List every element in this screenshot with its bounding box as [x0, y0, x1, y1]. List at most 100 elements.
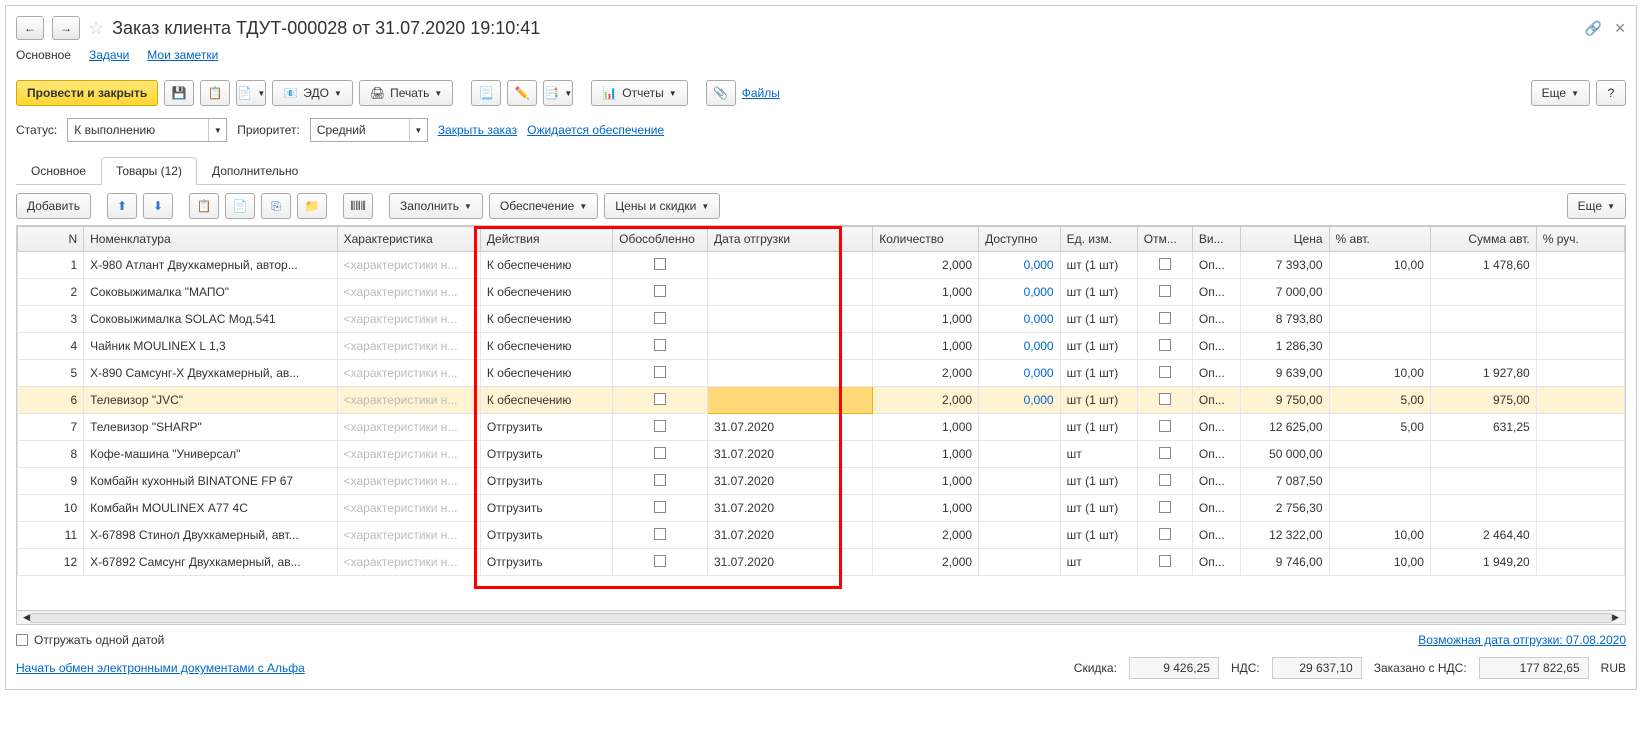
- cell-ship-date[interactable]: [707, 252, 872, 279]
- back-button[interactable]: ←: [16, 16, 44, 40]
- cell-ship-date[interactable]: 31.07.2020: [707, 468, 872, 495]
- cell-unit[interactable]: шт (1 шт): [1060, 333, 1137, 360]
- cell-n[interactable]: 10: [18, 495, 84, 522]
- cell-qty[interactable]: 2,000: [873, 522, 979, 549]
- cell-avail[interactable]: 0,000: [979, 360, 1061, 387]
- col-pct-auto[interactable]: % авт.: [1329, 227, 1430, 252]
- cell-ruch[interactable]: [1536, 306, 1624, 333]
- cell-name[interactable]: Телевизор "JVC": [84, 387, 338, 414]
- cell-otm[interactable]: [1137, 306, 1192, 333]
- col-avail[interactable]: Доступно: [979, 227, 1061, 252]
- cell-unit[interactable]: шт (1 шт): [1060, 360, 1137, 387]
- cell-avail[interactable]: 0,000: [979, 252, 1061, 279]
- cell-price[interactable]: 9 639,00: [1241, 360, 1329, 387]
- cell-price[interactable]: 7 393,00: [1241, 252, 1329, 279]
- cell-unit[interactable]: шт (1 шт): [1060, 306, 1137, 333]
- cell-sum[interactable]: 975,00: [1430, 387, 1536, 414]
- cell-ruch[interactable]: [1536, 360, 1624, 387]
- move-up-button[interactable]: ⬆: [107, 193, 137, 219]
- cell-qty[interactable]: 2,000: [873, 387, 979, 414]
- cell-sum[interactable]: [1430, 306, 1536, 333]
- cell-n[interactable]: 4: [18, 333, 84, 360]
- cell-ruch[interactable]: [1536, 495, 1624, 522]
- cell-ruch[interactable]: [1536, 333, 1624, 360]
- cell-pct[interactable]: 10,00: [1329, 549, 1430, 576]
- checkbox-icon[interactable]: [1159, 366, 1171, 378]
- cell-sum[interactable]: 1 478,60: [1430, 252, 1536, 279]
- checkbox-icon[interactable]: [654, 366, 666, 378]
- checkbox-icon[interactable]: [1159, 420, 1171, 432]
- prices-button[interactable]: Цены и скидки ▼: [604, 193, 720, 219]
- table-row[interactable]: 1Х-980 Атлант Двухкамерный, автор...<хар…: [18, 252, 1625, 279]
- cell-pct[interactable]: 10,00: [1329, 360, 1430, 387]
- cell-obos[interactable]: [613, 387, 708, 414]
- col-char[interactable]: Характеристика: [337, 227, 480, 252]
- cell-char[interactable]: <характеристики н...: [337, 468, 480, 495]
- nav-notes[interactable]: Мои заметки: [147, 48, 218, 66]
- cell-otm[interactable]: [1137, 360, 1192, 387]
- cell-avail[interactable]: 0,000: [979, 387, 1061, 414]
- supply-button[interactable]: Обеспечение ▼: [489, 193, 598, 219]
- cell-name[interactable]: Х-980 Атлант Двухкамерный, автор...: [84, 252, 338, 279]
- post-button[interactable]: 📋: [200, 80, 230, 106]
- cell-ship-date[interactable]: 31.07.2020: [707, 414, 872, 441]
- col-otm[interactable]: Отм...: [1137, 227, 1192, 252]
- checkbox-icon[interactable]: [1159, 339, 1171, 351]
- cell-ship-date[interactable]: [707, 360, 872, 387]
- link-icon[interactable]: 🔗: [1585, 20, 1602, 37]
- cell-obos[interactable]: [613, 360, 708, 387]
- checkbox-icon[interactable]: [1159, 501, 1171, 513]
- attach-button[interactable]: 📎: [706, 80, 736, 106]
- cell-avail[interactable]: 0,000: [979, 306, 1061, 333]
- col-ship-date[interactable]: Дата отгрузки: [707, 227, 872, 252]
- cell-char[interactable]: <характеристики н...: [337, 522, 480, 549]
- cell-obos[interactable]: [613, 279, 708, 306]
- cell-vi[interactable]: Оп...: [1192, 495, 1240, 522]
- move-down-button[interactable]: ⬇: [143, 193, 173, 219]
- cell-unit[interactable]: шт (1 шт): [1060, 495, 1137, 522]
- possible-ship-date-link[interactable]: Возможная дата отгрузки: 07.08.2020: [1418, 633, 1626, 647]
- cell-name[interactable]: Комбайн MOULINEX А77 4C: [84, 495, 338, 522]
- cell-avail[interactable]: [979, 441, 1061, 468]
- cell-sum[interactable]: 1 949,20: [1430, 549, 1536, 576]
- cell-sum[interactable]: [1430, 468, 1536, 495]
- cell-action[interactable]: К обеспечению: [480, 279, 612, 306]
- cell-ship-date[interactable]: [707, 306, 872, 333]
- cell-ship-date[interactable]: [707, 279, 872, 306]
- cell-pct[interactable]: [1329, 333, 1430, 360]
- cell-pct[interactable]: [1329, 306, 1430, 333]
- cell-vi[interactable]: Оп...: [1192, 252, 1240, 279]
- col-sum-auto[interactable]: Сумма авт.: [1430, 227, 1536, 252]
- paste-button[interactable]: 📄: [225, 193, 255, 219]
- cell-otm[interactable]: [1137, 387, 1192, 414]
- cell-avail[interactable]: [979, 522, 1061, 549]
- cell-action[interactable]: Отгрузить: [480, 549, 612, 576]
- files-link[interactable]: Файлы: [742, 86, 780, 100]
- cell-otm[interactable]: [1137, 333, 1192, 360]
- horizontal-scrollbar[interactable]: ◀ ▶: [17, 610, 1625, 624]
- cell-obos[interactable]: [613, 333, 708, 360]
- checkbox-icon[interactable]: [654, 339, 666, 351]
- ship-one-date-checkbox[interactable]: [16, 634, 28, 646]
- table-row[interactable]: 5Х-890 Самсунг-Х Двухкамерный, ав...<хар…: [18, 360, 1625, 387]
- cell-char[interactable]: <характеристики н...: [337, 333, 480, 360]
- cell-ship-date[interactable]: 31.07.2020: [707, 441, 872, 468]
- cell-sum[interactable]: [1430, 495, 1536, 522]
- checkbox-icon[interactable]: [654, 447, 666, 459]
- table-row[interactable]: 4Чайник MOULINEX L 1,3<характеристики н.…: [18, 333, 1625, 360]
- close-order-link[interactable]: Закрыть заказ: [438, 123, 517, 137]
- cell-vi[interactable]: Оп...: [1192, 360, 1240, 387]
- checkbox-icon[interactable]: [654, 285, 666, 297]
- col-unit[interactable]: Ед. изм.: [1060, 227, 1137, 252]
- chevron-down-icon[interactable]: ▼: [409, 119, 427, 141]
- cell-vi[interactable]: Оп...: [1192, 441, 1240, 468]
- cell-n[interactable]: 1: [18, 252, 84, 279]
- nav-main[interactable]: Основное: [16, 48, 71, 66]
- tab-main[interactable]: Основное: [16, 157, 101, 185]
- priority-dropdown[interactable]: Средний ▼: [310, 118, 428, 142]
- cell-otm[interactable]: [1137, 414, 1192, 441]
- cell-price[interactable]: 8 793,80: [1241, 306, 1329, 333]
- cell-obos[interactable]: [613, 306, 708, 333]
- cell-action[interactable]: Отгрузить: [480, 522, 612, 549]
- cell-ship-date[interactable]: 31.07.2020: [707, 522, 872, 549]
